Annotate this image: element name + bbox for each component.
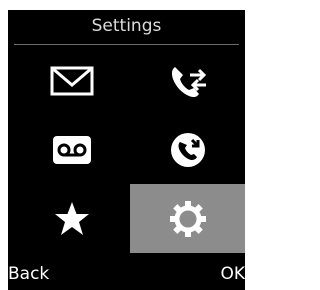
header-bar: Settings	[8, 10, 245, 44]
star-icon	[54, 201, 90, 237]
call-transfer-icon	[166, 61, 210, 101]
back-softkey[interactable]: Back	[8, 264, 49, 284]
voicemail-icon	[52, 135, 91, 164]
softkey-bar: Back OK	[8, 258, 245, 290]
menu-grid	[14, 46, 245, 254]
menu-item-favorites[interactable]	[14, 184, 129, 253]
ok-softkey[interactable]: OK	[220, 264, 245, 284]
menu-item-calls[interactable]	[130, 46, 245, 115]
call-diversion-icon	[170, 132, 206, 168]
envelope-icon	[50, 66, 94, 96]
menu-item-call-diversion[interactable]	[130, 115, 245, 184]
phone-screen: Settings Back OK	[8, 10, 245, 290]
screen-title: Settings	[91, 16, 162, 36]
menu-item-settings[interactable]	[130, 184, 245, 253]
menu-item-voicemail[interactable]	[14, 115, 129, 184]
menu-item-messages[interactable]	[14, 46, 129, 115]
header-divider	[14, 44, 239, 45]
gear-icon	[168, 199, 208, 239]
